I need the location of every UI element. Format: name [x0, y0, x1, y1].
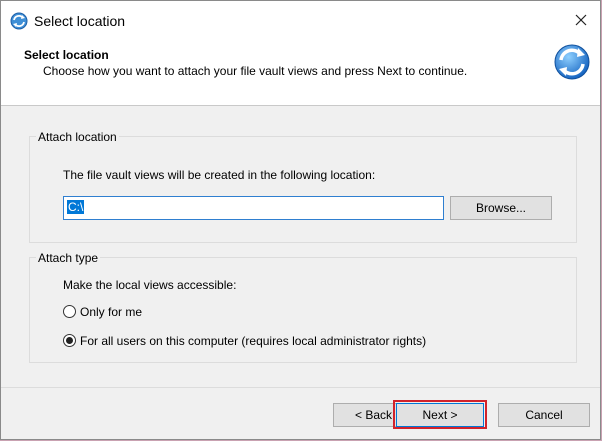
attach-type-label: Attach type	[36, 251, 101, 265]
sync-icon	[552, 42, 592, 82]
close-icon	[575, 14, 587, 26]
radio-button-checked[interactable]	[63, 334, 76, 347]
wizard-header: Select location Choose how you want to a…	[1, 38, 600, 106]
next-button-highlight	[393, 400, 487, 429]
header-subtitle: Choose how you want to attach your file …	[43, 64, 468, 78]
radio-button[interactable]	[63, 305, 76, 318]
footer-separator	[1, 387, 600, 388]
browse-button[interactable]: Browse...	[450, 196, 552, 220]
window-title: Select location	[34, 13, 126, 29]
location-description: The file vault views will be created in …	[63, 168, 376, 182]
close-button[interactable]	[565, 5, 597, 35]
dialog-window: Select location Select location Choose h…	[0, 0, 601, 440]
path-value: C:\	[67, 200, 85, 214]
access-description: Make the local views accessible:	[63, 278, 237, 292]
attach-location-label: Attach location	[36, 130, 119, 144]
app-icon	[10, 12, 28, 30]
location-path-input[interactable]: C:\	[63, 196, 444, 220]
radio-label-all-users: For all users on this computer (requires…	[80, 334, 427, 348]
title-bar: Select location	[1, 1, 600, 38]
header-title: Select location	[24, 48, 109, 62]
radio-label-only-for-me: Only for me	[80, 305, 143, 319]
attach-location-group: Attach location	[29, 130, 577, 243]
cancel-button[interactable]: Cancel	[498, 403, 590, 427]
